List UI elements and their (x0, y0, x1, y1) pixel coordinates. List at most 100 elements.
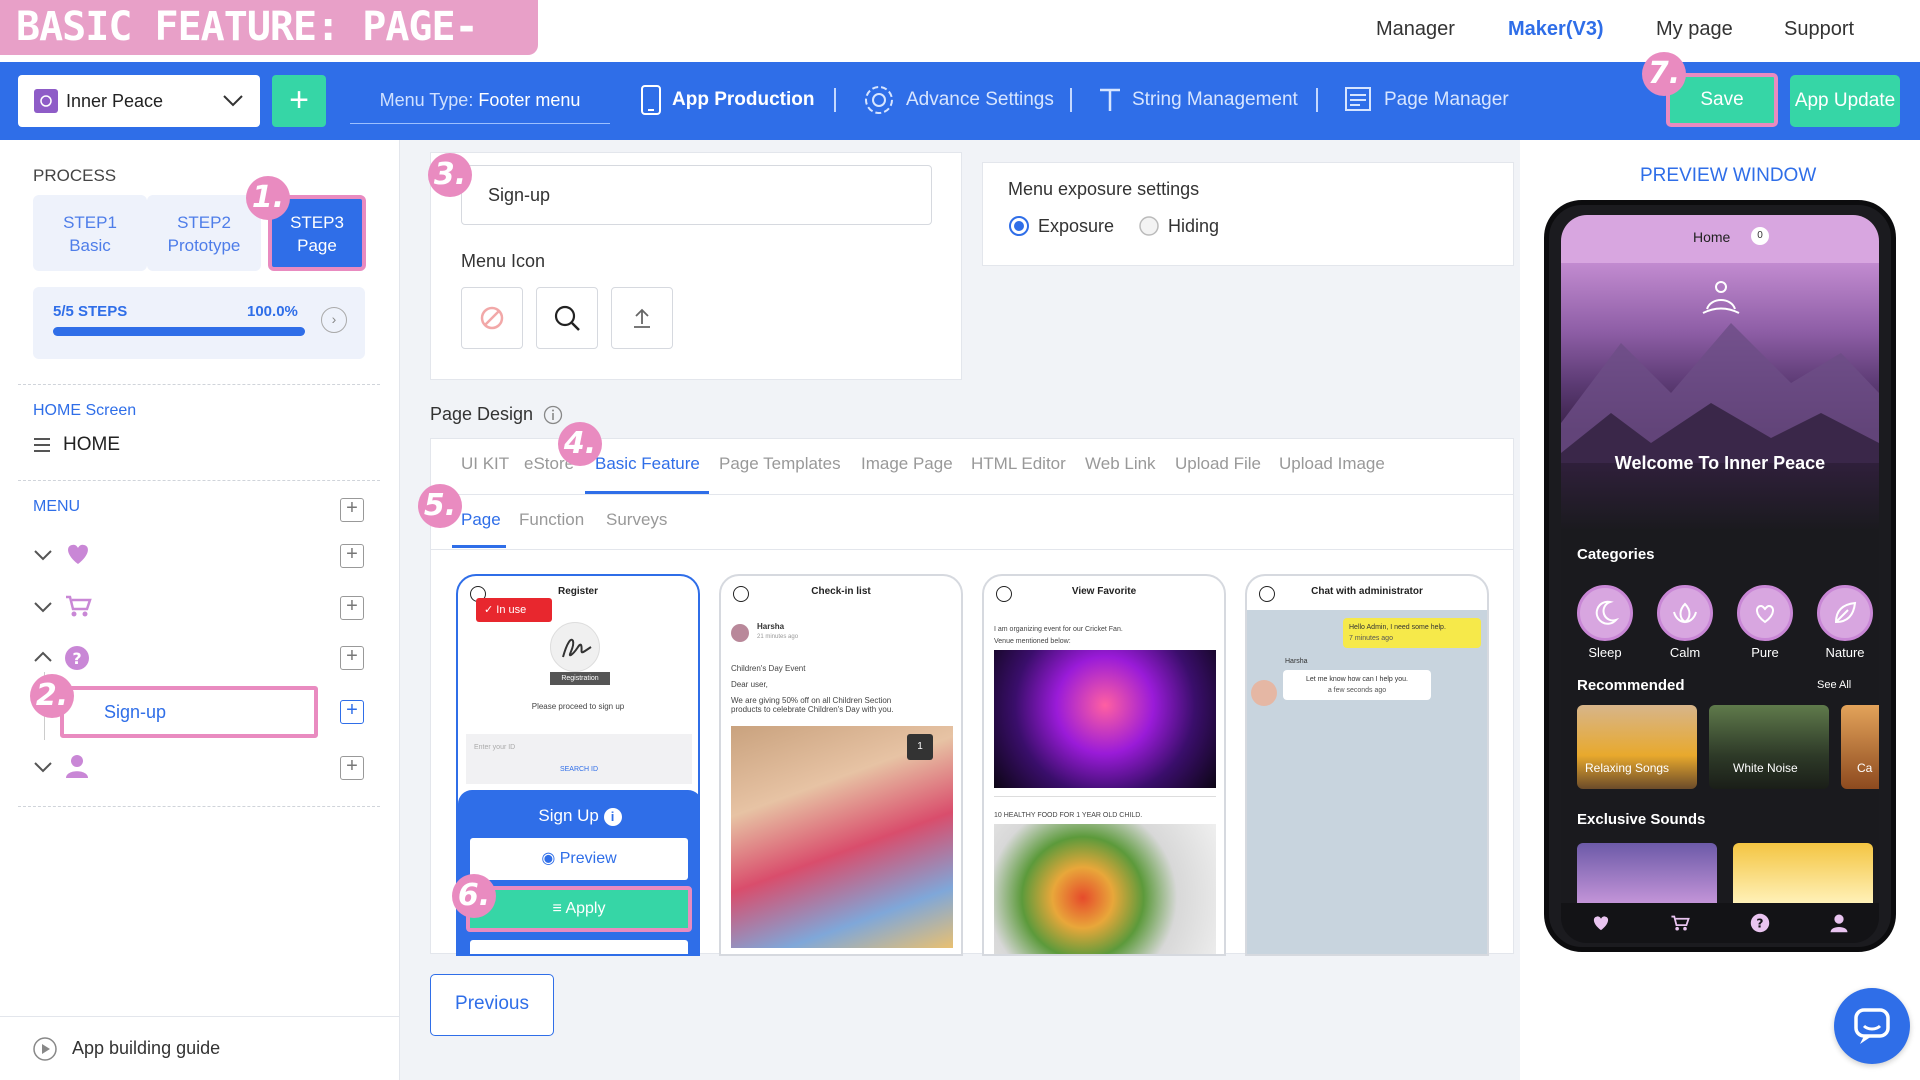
preview-button[interactable]: ◉ Preview (470, 838, 688, 880)
step-subtitle: Prototype (167, 236, 241, 255)
add-submenu-button[interactable]: + (340, 756, 364, 780)
menu-icon-label: Menu Icon (461, 251, 546, 271)
heart-icon[interactable] (1591, 914, 1611, 932)
add-submenu-button[interactable]: + (340, 544, 364, 568)
recommended-card[interactable]: Ca (1841, 705, 1879, 789)
post-line-1: Children's Day Event (731, 664, 806, 673)
home-item[interactable]: HOME (33, 434, 120, 456)
avatar (1251, 680, 1277, 706)
card-title: View Favorite (1071, 586, 1137, 597)
add-page-button[interactable]: + (340, 700, 364, 724)
add-submenu-button[interactable]: + (340, 646, 364, 670)
menu-type-key: Menu Type: (379, 90, 474, 110)
hero-image: Welcome To Inner Peace (1561, 263, 1879, 531)
see-all-link[interactable]: See All (1817, 679, 1851, 691)
nature-icon[interactable] (1817, 585, 1873, 641)
tab-label: App Production (672, 89, 815, 110)
tab-divider (431, 494, 1513, 495)
radio-unselected-icon (1139, 216, 1159, 236)
tab-page-templates[interactable]: Page Templates (719, 454, 841, 474)
tab-web-link[interactable]: Web Link (1085, 454, 1156, 474)
tab-app-production[interactable]: App Production (640, 80, 814, 120)
registration-label: Registration (550, 672, 610, 685)
subtab-surveys[interactable]: Surveys (606, 510, 667, 530)
phone-header: Home 0 (1561, 215, 1879, 263)
calm-icon[interactable] (1657, 585, 1713, 641)
upload-icon-button[interactable] (611, 287, 673, 349)
next-arrow-icon[interactable]: › (321, 307, 347, 333)
add-app-button[interactable]: + (272, 75, 326, 127)
exclusive-card[interactable] (1733, 843, 1873, 903)
app-update-button[interactable]: App Update (1790, 75, 1900, 127)
tab-upload-file[interactable]: Upload File (1175, 454, 1261, 474)
tab-basic-feature[interactable]: Basic Feature (595, 454, 700, 474)
chevron-up-icon[interactable] (32, 646, 54, 668)
nav-maker[interactable]: Maker(V3) (1508, 18, 1604, 41)
no-icon-option[interactable] (461, 287, 523, 349)
chat-support-button[interactable] (1834, 988, 1910, 1064)
chevron-down-icon[interactable] (32, 756, 54, 778)
nav-my-page[interactable]: My page (1656, 18, 1733, 41)
step1-button[interactable]: STEP1 Basic (33, 195, 147, 271)
exposure-radio[interactable]: Exposure (1008, 215, 1114, 237)
divider (994, 796, 1216, 797)
user-icon[interactable] (1829, 913, 1849, 933)
app-selector[interactable]: Inner Peace (18, 75, 260, 127)
chevron-down-icon[interactable] (32, 544, 54, 566)
tab-upload-image[interactable]: Upload Image (1279, 454, 1385, 474)
text-icon (1098, 87, 1132, 113)
submenu-item-sign-up[interactable]: Sign-up (60, 686, 318, 738)
progress-fill (53, 327, 305, 336)
home-item-label: HOME (63, 434, 120, 455)
nav-support[interactable]: Support (1784, 18, 1854, 41)
tab-image-page[interactable]: Image Page (861, 454, 953, 474)
exposure-title: Menu exposure settings (1008, 179, 1200, 199)
subtab-function[interactable]: Function (519, 510, 584, 530)
post-line-3: We are giving 50% off on all Children Se… (731, 696, 894, 714)
add-submenu-button[interactable]: + (340, 596, 364, 620)
mountain-graphic (1561, 323, 1879, 463)
search-icon-option[interactable] (536, 287, 598, 349)
hiding-radio[interactable]: Hiding (1138, 215, 1219, 237)
nav-manager[interactable]: Manager (1376, 18, 1455, 41)
apply-button[interactable]: ≡ Apply (466, 886, 692, 932)
phone-footer-nav: ? (1561, 903, 1879, 943)
step-badge-6: 6. (452, 874, 496, 918)
question-icon[interactable]: ? (1750, 913, 1770, 933)
proceed-text: Please proceed to sign up (531, 702, 625, 711)
step-badge-7: 7. (1642, 52, 1686, 96)
tab-ui-kit[interactable]: UI KIT (461, 454, 509, 474)
app-building-guide[interactable]: App building guide (0, 1016, 400, 1080)
chevron-down-icon[interactable] (32, 596, 54, 618)
exposure-option-label: Exposure (1038, 215, 1115, 236)
post-time: 21 minutes ago (757, 634, 799, 640)
page-name-input[interactable]: Sign-up (461, 165, 932, 225)
sign-up-title: Sign Up i (458, 806, 698, 826)
tab-advance-settings[interactable]: Advance Settings (862, 80, 1054, 120)
recommended-card[interactable]: White Noise (1709, 705, 1829, 789)
tab-page-manager[interactable]: Page Manager (1344, 80, 1509, 120)
step2-button[interactable]: STEP2 Prototype (147, 195, 261, 271)
app-name: Inner Peace (66, 90, 164, 111)
previous-button[interactable]: Previous (430, 974, 554, 1036)
template-card-view-favorite[interactable]: View Favorite I am organizing event for … (982, 574, 1226, 956)
template-card-chat[interactable]: Chat with administrator Hello Admin, I n… (1245, 574, 1489, 956)
phone-home-label: Home (1693, 229, 1731, 245)
sleep-icon[interactable] (1577, 585, 1633, 641)
cart-icon[interactable] (1670, 914, 1691, 932)
template-card-check-in[interactable]: Check-in list Harsha 21 minutes ago Chil… (719, 574, 963, 956)
tab-string-management[interactable]: String Management (1098, 80, 1298, 120)
pure-icon[interactable] (1737, 585, 1793, 641)
tab-html-editor[interactable]: HTML Editor (971, 454, 1066, 474)
add-menu-button[interactable]: + (340, 498, 364, 522)
recommended-card[interactable]: Relaxing Songs (1577, 705, 1697, 789)
subtab-page[interactable]: Page (461, 510, 501, 530)
step-badge-3: 3. (428, 153, 472, 197)
info-icon[interactable] (543, 405, 563, 425)
cart-icon (66, 595, 92, 617)
svg-text:?: ? (72, 649, 81, 668)
extra-button[interactable] (470, 940, 688, 954)
exclusive-card[interactable] (1577, 843, 1717, 903)
welcome-text: Welcome To Inner Peace (1614, 453, 1826, 473)
children-photo: 1 (731, 726, 953, 948)
